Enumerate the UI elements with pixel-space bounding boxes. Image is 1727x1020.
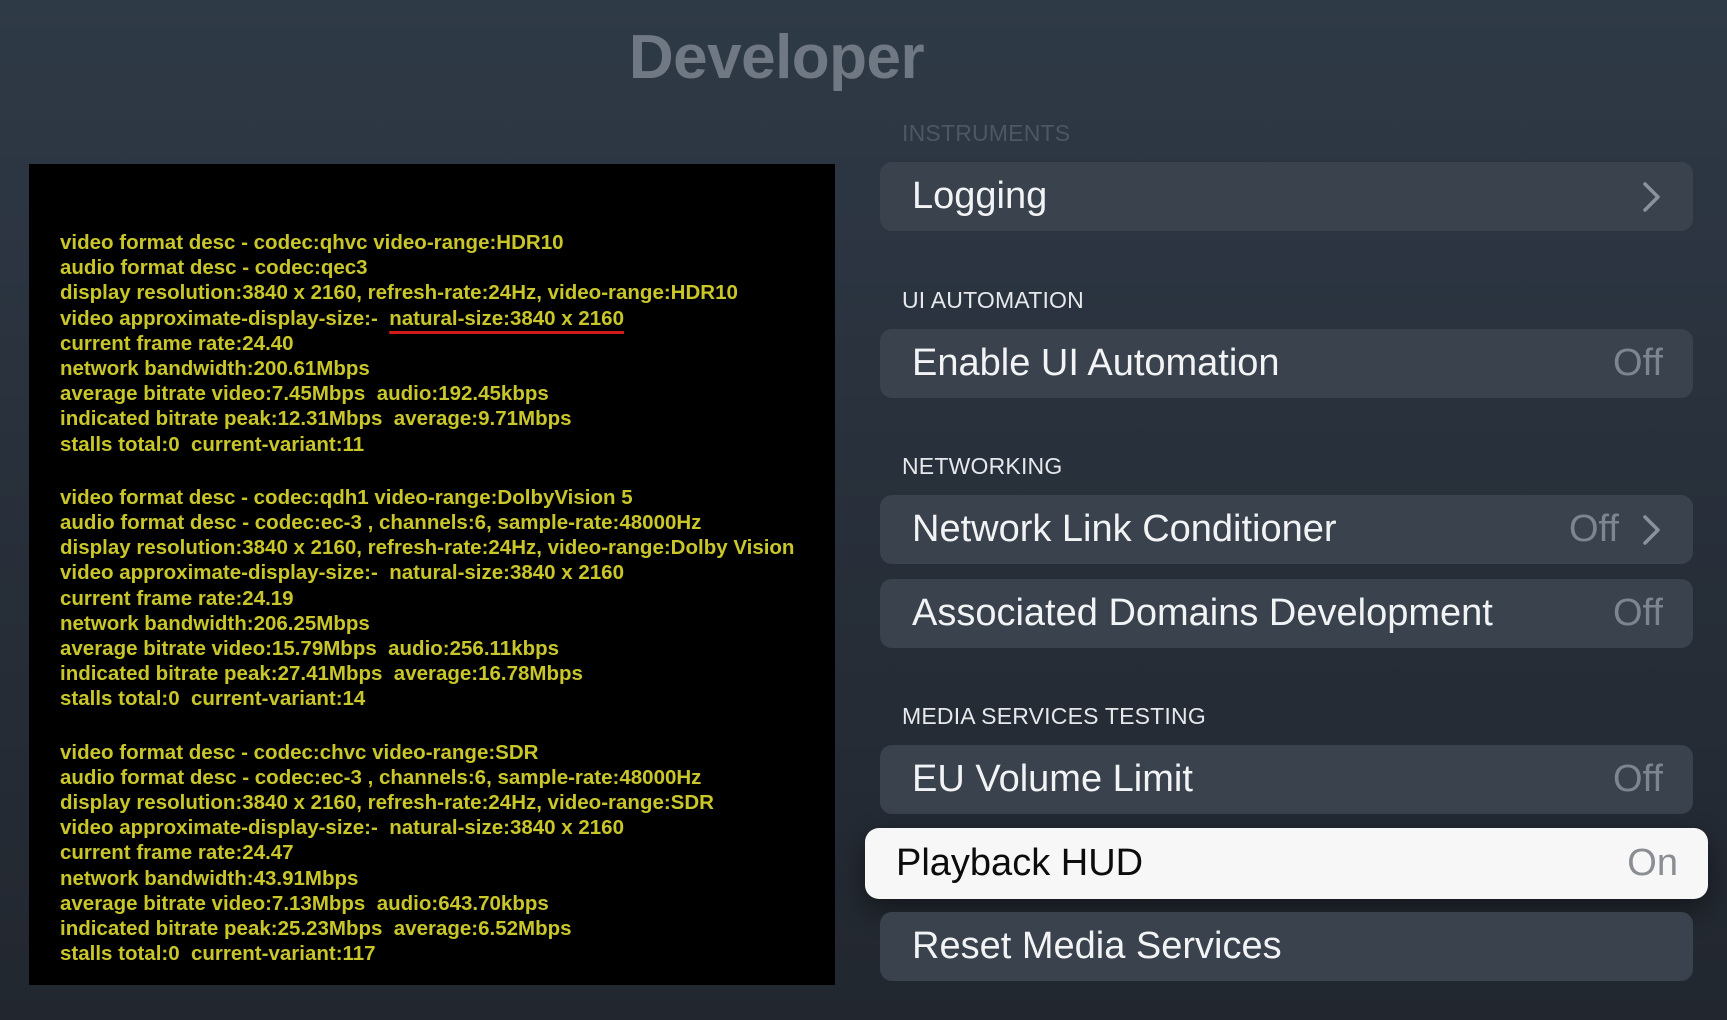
hud-line: video approximate-display-size:- natural… [60,561,624,585]
settings-list: INSTRUMENTS Logging UI AUTOMATION Enable… [865,0,1708,1020]
hud-line: current frame rate:24.40 [60,331,294,355]
logging-row[interactable]: Logging [880,162,1693,231]
hud-line: network bandwidth:206.25Mbps [60,611,370,635]
hud-line: indicated bitrate peak:12.31Mbps average… [60,407,572,431]
enable-ui-automation-label: Enable UI Automation [912,342,1280,384]
chevron-right-icon [1643,182,1660,212]
hud-line: average bitrate video:7.45Mbps audio:192… [60,382,549,406]
hud-line: video approximate-display-size:- natural… [60,816,624,840]
hud-line: stalls total:0 current-variant:117 [60,942,376,966]
hud-line: current frame rate:24.19 [60,586,294,610]
hud-line: video format desc - codec:qhvc video-ran… [60,231,564,254]
logging-label: Logging [912,175,1048,217]
associated-domains-development-value: Off [1613,592,1663,634]
hud-content: video format desc - codec:qhvc video-ran… [60,230,825,994]
hud-line: audio format desc - codec:ec-3 , channel… [60,511,702,535]
section-header-media-services-testing: MEDIA SERVICES TESTING [902,703,1206,729]
hud-line: network bandwidth:200.61Mbps [60,357,370,381]
hud-line: indicated bitrate peak:25.23Mbps average… [60,917,572,941]
hud-line: stalls total:0 current-variant:14 [60,687,366,711]
eu-volume-limit-label: EU Volume Limit [912,758,1193,800]
network-link-conditioner-row[interactable]: Network Link Conditioner Off [880,495,1693,564]
hud-line: network bandwidth:43.91Mbps [60,866,359,890]
natural-size-underlined: natural-size:3840 x 2160 [389,306,624,330]
associated-domains-development-label: Associated Domains Development [912,592,1493,634]
hud-line: average bitrate video:15.79Mbps audio:25… [60,637,560,661]
enable-ui-automation-row[interactable]: Enable UI Automation Off [880,329,1693,398]
section-header-instruments: INSTRUMENTS [902,120,1071,146]
network-link-conditioner-value: Off [1569,508,1619,550]
hud-line: stalls total:0 current-variant:11 [60,432,365,456]
hud-line: indicated bitrate peak:27.41Mbps average… [60,662,583,686]
hud-line-prefix: video approximate-display-size:- [60,306,390,330]
chevron-right-icon [1643,515,1660,545]
reset-media-services-row[interactable]: Reset Media Services [880,912,1693,981]
associated-domains-development-row[interactable]: Associated Domains Development Off [880,579,1693,648]
playback-hud-label: Playback HUD [896,842,1144,884]
hud-line: display resolution:3840 x 2160, refresh-… [60,281,738,305]
eu-volume-limit-row[interactable]: EU Volume Limit Off [880,745,1693,814]
hud-stream-group-3: video format desc - codec:chvc video-ran… [60,740,825,967]
hud-line: display resolution:3840 x 2160, refresh-… [60,791,714,815]
hud-line: audio format desc - codec:qec3 [60,256,368,280]
hud-line: video format desc - codec:chvc video-ran… [60,740,539,764]
playback-hud-overlay: video format desc - codec:qhvc video-ran… [29,164,835,985]
hud-line: display resolution:3840 x 2160, refresh-… [60,536,795,560]
section-header-ui-automation: UI AUTOMATION [902,287,1084,313]
playback-hud-value: On [1627,842,1678,884]
reset-media-services-label: Reset Media Services [912,925,1282,967]
enable-ui-automation-value: Off [1613,342,1663,384]
hud-line: video format desc - codec:qdh1 video-ran… [60,485,633,509]
network-link-conditioner-label: Network Link Conditioner [912,508,1337,550]
section-header-networking: NETWORKING [902,453,1063,479]
hud-line: average bitrate video:7.13Mbps audio:643… [60,891,549,915]
eu-volume-limit-value: Off [1613,758,1663,800]
playback-hud-row[interactable]: Playback HUD On [865,828,1708,899]
hud-line: current frame rate:24.47 [60,841,294,865]
hud-stream-group-2: video format desc - codec:qdh1 video-ran… [60,485,825,712]
hud-stream-group-1: video format desc - codec:qhvc video-ran… [60,230,825,457]
hud-line: audio format desc - codec:ec-3 , channel… [60,765,702,789]
hud-line-display-size: video approximate-display-size:- natural… [60,306,825,331]
